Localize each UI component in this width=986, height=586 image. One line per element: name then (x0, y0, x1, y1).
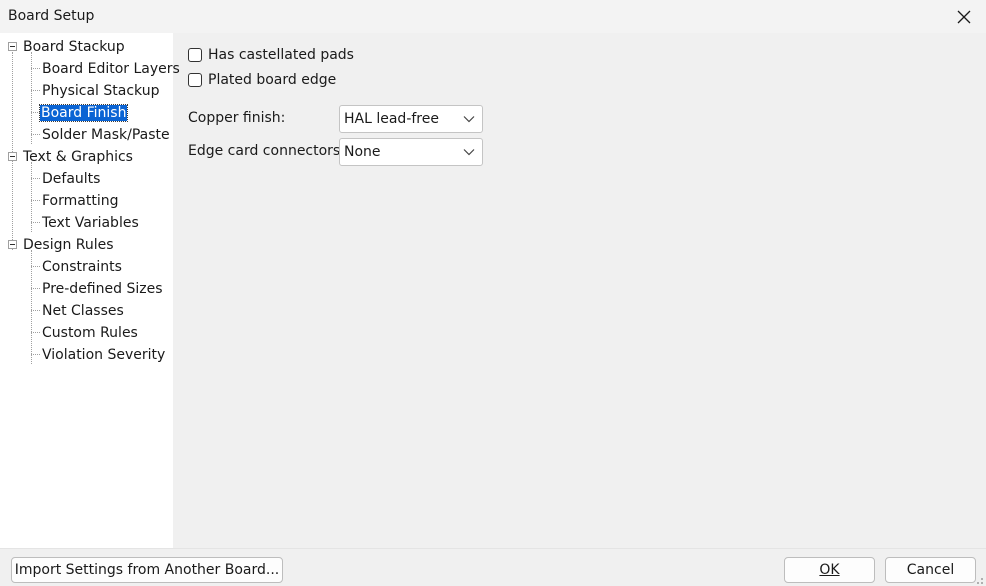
castellated-pads-label: Has castellated pads (208, 47, 354, 63)
tree-item-net-classes[interactable]: Net Classes (42, 301, 124, 321)
tree-item-board-editor-layers[interactable]: Board Editor Layers (42, 59, 180, 79)
board-setup-dialog: Board Setup Board Stackup Board Editor L… (0, 0, 986, 586)
plated-board-edge-option[interactable]: Plated board edge (188, 70, 336, 90)
tree-item-custom-rules[interactable]: Custom Rules (42, 323, 138, 343)
copper-finish-value: HAL lead-free (344, 111, 439, 127)
castellated-pads-option[interactable]: Has castellated pads (188, 45, 354, 65)
import-settings-button[interactable]: Import Settings from Another Board... (11, 557, 283, 583)
castellated-pads-checkbox[interactable] (188, 48, 202, 62)
title-bar: Board Setup (0, 0, 986, 33)
tree-item-text-variables[interactable]: Text Variables (42, 213, 139, 233)
collapse-icon[interactable] (8, 152, 17, 161)
chevron-down-icon (463, 116, 475, 123)
collapse-icon[interactable] (8, 42, 17, 51)
tree-item-physical-stackup[interactable]: Physical Stackup (42, 81, 160, 101)
tree-item-violation-severity[interactable]: Violation Severity (42, 345, 165, 365)
settings-tree: Board Stackup Board Editor Layers Physic… (0, 33, 180, 548)
edge-card-connectors-select[interactable]: None (339, 138, 483, 166)
tree-item-text-graphics[interactable]: Text & Graphics (23, 147, 133, 167)
copper-finish-label: Copper finish: (188, 110, 286, 126)
dialog-footer: Import Settings from Another Board... OK… (0, 548, 986, 586)
tree-item-board-finish[interactable]: Board Finish (38, 103, 129, 123)
edge-card-connectors-label: Edge card connectors: (188, 143, 345, 159)
edge-card-connectors-value: None (344, 144, 381, 160)
resize-grip-icon[interactable] (974, 575, 984, 585)
copper-finish-select[interactable]: HAL lead-free (339, 105, 483, 133)
tree-item-formatting[interactable]: Formatting (42, 191, 118, 211)
close-icon (957, 10, 971, 23)
tree-item-predefined-sizes[interactable]: Pre-defined Sizes (42, 279, 162, 299)
tree-item-constraints[interactable]: Constraints (42, 257, 122, 277)
plated-board-edge-label: Plated board edge (208, 72, 337, 88)
cancel-button[interactable]: Cancel (885, 557, 976, 583)
collapse-icon[interactable] (8, 240, 17, 249)
tree-item-board-stackup[interactable]: Board Stackup (23, 37, 125, 57)
window-title: Board Setup (8, 8, 95, 24)
close-button[interactable] (942, 0, 986, 33)
tree-item-solder-mask-paste[interactable]: Solder Mask/Paste (42, 125, 170, 145)
ok-button[interactable]: OK (784, 557, 875, 583)
tree-item-design-rules[interactable]: Design Rules (23, 235, 114, 255)
board-finish-panel: Has castellated pads Plated board edge C… (173, 33, 986, 548)
chevron-down-icon (463, 149, 475, 156)
plated-board-edge-checkbox[interactable] (188, 73, 202, 87)
tree-item-defaults[interactable]: Defaults (42, 169, 100, 189)
